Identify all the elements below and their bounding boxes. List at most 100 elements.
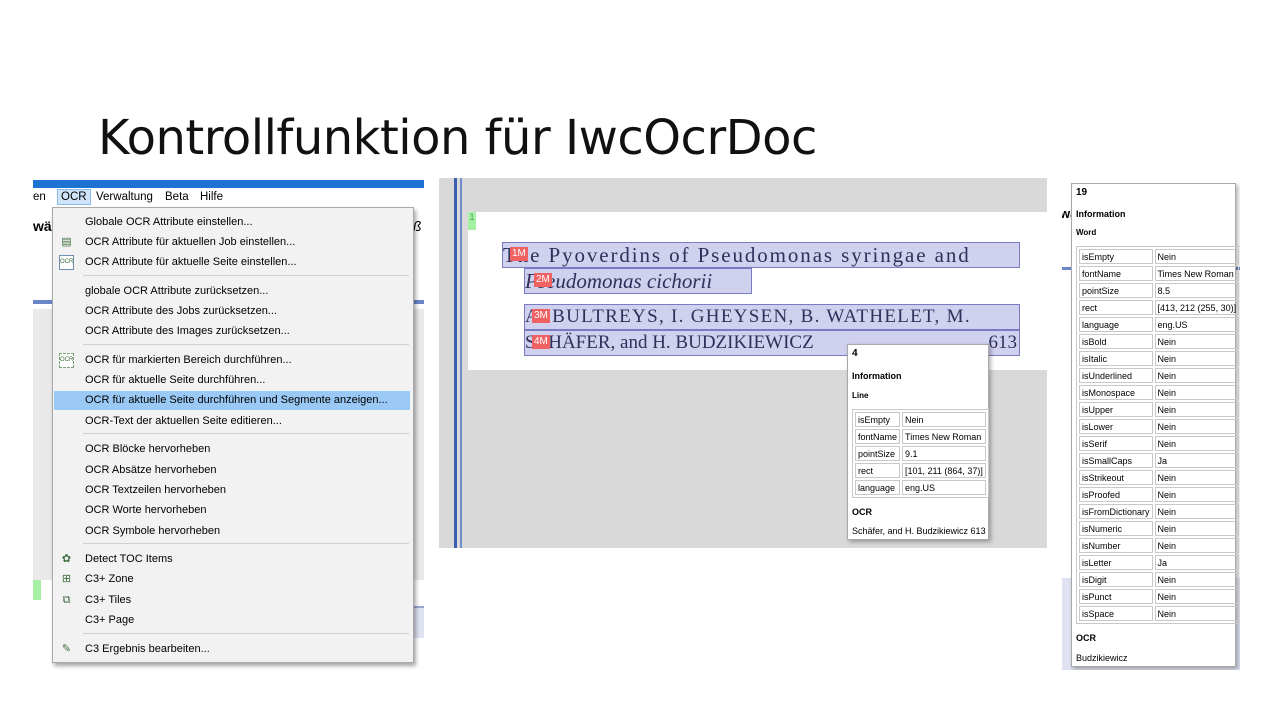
edit-result-icon: ✎ <box>61 643 72 655</box>
property-row: isStrikeout Nein <box>1079 470 1240 485</box>
property-row: isDigit Nein <box>1079 572 1240 587</box>
menu-item-3-3[interactable]: OCR Worte hervorheben <box>54 501 410 520</box>
menu-beta[interactable]: Beta <box>165 191 189 203</box>
property-value: Nein <box>1154 589 1240 604</box>
property-value: 9.1 <box>902 446 986 461</box>
property-row: pointSize 9.1 <box>855 446 986 461</box>
menu-item-4-3[interactable]: C3+ Page <box>54 611 410 630</box>
ocr-line-text: A. BULTREYS, I. GHEYSEN, B. WATHELET, M. <box>525 306 971 327</box>
menu-item-4-1[interactable]: ⊞ C3+ Zone <box>54 570 410 589</box>
menu-verwaltung[interactable]: Verwaltung <box>96 191 153 203</box>
menu-item-1-0[interactable]: globale OCR Attribute zurücksetzen... <box>54 282 410 301</box>
menu-item-0-2[interactable]: OCR OCR Attribute für aktuelle Seite eins… <box>54 253 410 272</box>
segment-marker: 1M <box>510 247 528 261</box>
word-info-popup: 19 Information Word isEmpty Nein fontName T… <box>1071 183 1240 667</box>
property-key: fontName <box>1079 266 1153 281</box>
menu-item-label: OCR Symbole hervorheben <box>85 525 221 537</box>
property-row: isPunct Nein <box>1079 589 1240 604</box>
property-row: fontName Times New Roman <box>1079 266 1240 281</box>
menu-ocr[interactable]: OCR <box>57 189 91 205</box>
menu-item-3-1[interactable]: OCR Absätze hervorheben <box>54 461 410 480</box>
ocr-line-segment[interactable]: A. BULTREYS, I. GHEYSEN, B. WATHELET, M. <box>524 304 1020 330</box>
menu-item-2-2[interactable]: OCR für aktuelle Seite durchführen und S… <box>54 391 410 410</box>
property-value: Nein <box>1154 470 1240 485</box>
menu-item-label: OCR Absätze hervorheben <box>85 464 217 476</box>
property-row: pointSize 8.5 <box>1079 283 1240 298</box>
left-border <box>454 178 457 548</box>
slide-title: Kontrollfunktion für IwcOcrDoc <box>98 110 817 167</box>
property-value: [101, 211 (864, 37)] <box>902 463 986 478</box>
property-key: language <box>855 480 901 495</box>
property-key: isMonospace <box>1079 385 1153 400</box>
menu-item-0-0[interactable]: Globale OCR Attribute einstellen... <box>54 213 410 232</box>
property-value: Nein <box>1154 572 1240 587</box>
property-key: pointSize <box>1079 283 1153 298</box>
tiles-icon: ⧉ <box>62 594 71 606</box>
property-key: pointSize <box>855 446 901 461</box>
menu-item-3-0[interactable]: OCR Blöcke hervorheben <box>54 440 410 459</box>
menu-item-label: OCR Attribute für aktuellen Job einstell… <box>85 236 296 248</box>
ocr-line-segment[interactable]: Pseudomonas cichorii <box>524 268 752 294</box>
menu-item-label: OCR Worte hervorheben <box>85 504 207 516</box>
property-row: isFromDictionary Nein <box>1079 504 1240 519</box>
menu-item-label: OCR für aktuelle Seite durchführen und S… <box>85 394 388 406</box>
property-key: isEmpty <box>1079 249 1153 264</box>
ocr-region-icon: OCR <box>59 353 74 368</box>
property-key: isLower <box>1079 419 1153 434</box>
zone-icon: ⊞ <box>61 573 72 585</box>
menu-item-2-0[interactable]: OCR OCR für markierten Bereich durchführe… <box>54 351 410 370</box>
property-row: isLower Nein <box>1079 419 1240 434</box>
property-value: Nein <box>1154 402 1240 417</box>
popup-ocr-text: Budzikiewicz <box>1076 653 1128 663</box>
segment-marker: 2M <box>534 273 552 287</box>
property-value: Times New Roman <box>1154 266 1240 281</box>
property-row: fontName Times New Roman <box>855 429 986 444</box>
property-key: isPunct <box>1079 589 1153 604</box>
menu-item-label: OCR-Text der aktuellen Seite editieren..… <box>85 415 282 427</box>
word-info-screenshot: wä 19 Information Word isEmptyNeinfontNa… <box>1062 183 1240 670</box>
property-key: isProofed <box>1079 487 1153 502</box>
menu-hilfe[interactable]: Hilfe <box>200 191 223 203</box>
menu-item-3-4[interactable]: OCR Symbole hervorheben <box>54 522 410 541</box>
property-key: isNumeric <box>1079 521 1153 536</box>
property-value: Nein <box>1154 334 1240 349</box>
page-tag: 1 <box>468 212 476 230</box>
popup-heading: Information <box>1076 209 1126 219</box>
property-key: isBold <box>1079 334 1153 349</box>
segment-marker: 4M <box>532 335 550 349</box>
menu-item-4-0[interactable]: ✿ Detect TOC Items <box>54 550 410 569</box>
property-value: Ja <box>1154 453 1240 468</box>
property-row: isBold Nein <box>1079 334 1240 349</box>
property-key: isSmallCaps <box>1079 453 1153 468</box>
menu-item-2-1[interactable]: OCR für aktuelle Seite durchführen... <box>54 371 410 390</box>
segment-marker: 3M <box>532 309 550 323</box>
property-row: isMonospace Nein <box>1079 385 1240 400</box>
property-row: isSerif Nein <box>1079 436 1240 451</box>
menu-item-3-2[interactable]: OCR Textzeilen hervorheben <box>54 481 410 500</box>
property-key: isUpper <box>1079 402 1153 417</box>
property-row: isUpper Nein <box>1079 402 1240 417</box>
menu-item-1-1[interactable]: OCR Attribute des Jobs zurücksetzen... <box>54 302 410 321</box>
menu-item-2-3[interactable]: OCR-Text der aktuellen Seite editieren..… <box>54 412 410 431</box>
menu-item-1-2[interactable]: OCR Attribute des Images zurücksetzen... <box>54 322 410 341</box>
property-key: fontName <box>855 429 901 444</box>
page-tag <box>33 580 41 600</box>
ocr-line-text: The Pyoverdins of Pseudomonas syringae a… <box>503 243 971 267</box>
property-value: Times New Roman <box>902 429 986 444</box>
popup-number: 4 <box>852 348 858 359</box>
property-value: eng.US <box>1154 317 1240 332</box>
menu-item-label: OCR Attribute des Images zurücksetzen... <box>85 325 290 337</box>
menu-en[interactable]: en <box>33 191 46 203</box>
property-key: rect <box>855 463 901 478</box>
background-fragment-glyph: ß <box>413 218 422 234</box>
menu-separator <box>83 543 409 544</box>
menu-item-label: OCR für aktuelle Seite durchführen... <box>85 374 266 386</box>
property-key: isItalic <box>1079 351 1153 366</box>
popup-ocr-text: Schäfer, and H. Budzikiewicz 613 <box>852 526 986 536</box>
property-value: Nein <box>1154 504 1240 519</box>
menu-item-0-1[interactable]: ▤ OCR Attribute für aktuellen Job einstel… <box>54 233 410 252</box>
popup-type: Line <box>852 391 869 400</box>
menu-item-4-2[interactable]: ⧉ C3+ Tiles <box>54 591 410 610</box>
menu-item-5-0[interactable]: ✎ C3 Ergebnis bearbeiten... <box>54 640 410 659</box>
ocr-line-segment[interactable]: The Pyoverdins of Pseudomonas syringae a… <box>502 242 1020 268</box>
